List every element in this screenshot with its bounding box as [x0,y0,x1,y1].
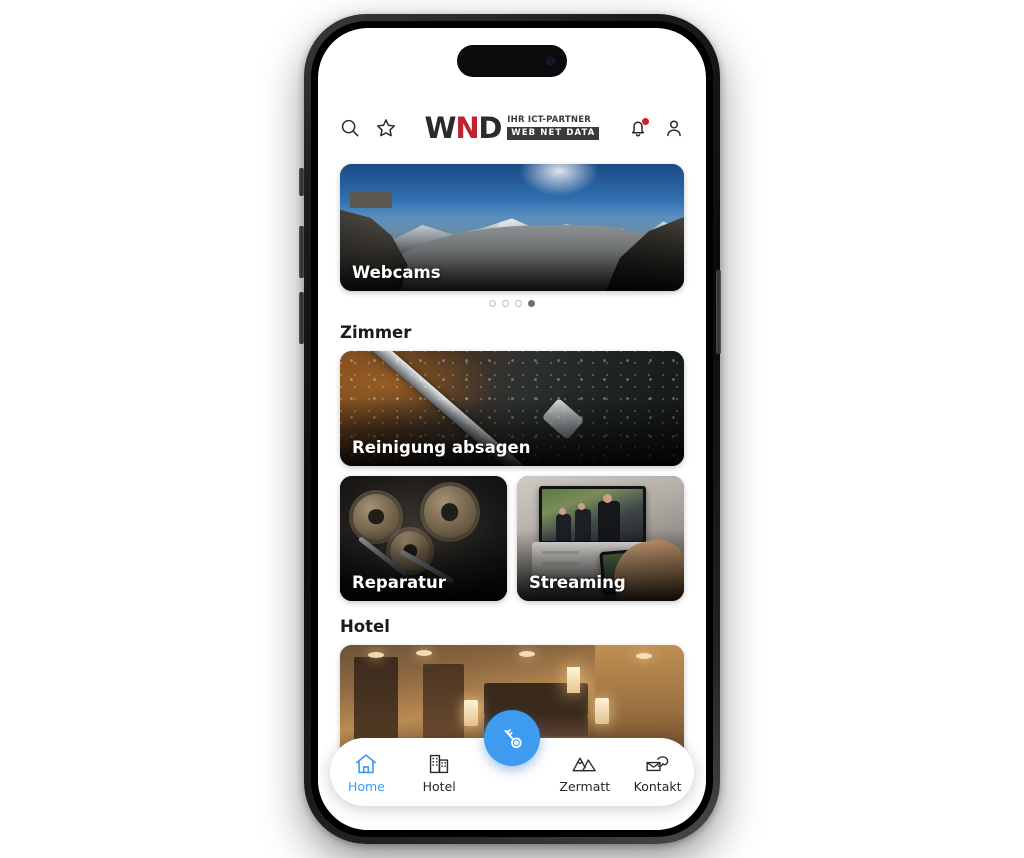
nav-item-hotel[interactable]: Hotel [403,751,476,794]
card-streaming[interactable]: Streaming [517,476,684,601]
card-label-reinigung: Reinigung absagen [352,438,531,457]
building-icon [430,754,449,773]
carousel-dot[interactable] [489,300,496,307]
nav-item-home[interactable]: Home [330,751,403,794]
power-button[interactable] [716,270,721,354]
hero-label: Webcams [352,263,441,282]
logo-wordmark: WND [424,110,503,145]
volume-up-button[interactable] [299,226,304,278]
nav-label-kontakt: Kontakt [633,778,682,794]
person-icon[interactable] [662,116,686,140]
notification-badge [641,118,649,125]
logo-w: W [424,110,457,145]
nav-label-hotel: Hotel [422,778,456,794]
card-label-streaming: Streaming [529,573,626,592]
front-camera-icon [546,56,555,66]
home-icon [356,753,377,773]
card-reparatur[interactable]: Reparatur [340,476,507,601]
section-zimmer: Reinigung absagen Reparatur Streaming [318,351,706,601]
volume-down-button[interactable] [299,292,304,344]
header-left-actions [338,116,398,140]
key-fab-button[interactable] [484,710,540,766]
nav-item-zermatt[interactable]: Zermatt [548,751,621,794]
screenshot-root: WND IHR ICT-PARTNER WEB NET DATA Webcams… [0,0,1024,858]
app-header: WND IHR ICT-PARTNER WEB NET DATA [318,102,706,154]
logo-tagline-top: IHR ICT-PARTNER [507,115,591,125]
card-row-zimmer: Reparatur Streaming [340,466,684,601]
search-icon[interactable] [338,116,362,140]
card-reinigung-absagen[interactable]: Reinigung absagen [340,351,684,466]
silent-switch[interactable] [299,168,304,196]
carousel-dot[interactable] [515,300,522,307]
carousel-dot-active[interactable] [528,300,535,307]
dynamic-island [457,45,567,77]
header-right-actions [626,116,686,140]
wnd-logo[interactable]: WND IHR ICT-PARTNER WEB NET DATA [424,110,600,145]
contact-envelope-phone-icon [646,755,669,771]
phone-screen: WND IHR ICT-PARTNER WEB NET DATA Webcams… [318,28,706,830]
carousel-dots [340,291,684,307]
nav-label-home: Home [347,778,385,794]
logo-tagline-bottom: WEB NET DATA [507,126,600,140]
section-title-zimmer: Zimmer [340,323,412,342]
card-label-reparatur: Reparatur [352,573,446,592]
nav-label-zermatt: Zermatt [559,778,611,794]
hero-card-webcams[interactable]: Webcams [340,164,684,291]
carousel-dot[interactable] [502,300,509,307]
bell-icon[interactable] [626,116,650,140]
logo-n: N [455,110,479,145]
star-icon[interactable] [374,116,398,140]
logo-d: D [478,110,502,145]
mountains-icon [572,757,597,771]
hero-carousel: Webcams [318,154,706,307]
key-icon [504,729,522,749]
logo-tagline: IHR ICT-PARTNER WEB NET DATA [507,115,600,140]
bottom-navigation-bar: Home Hotel Zermatt Kontakt [330,710,694,806]
nav-item-kontakt[interactable]: Kontakt [621,751,694,794]
section-title-hotel: Hotel [340,617,390,636]
